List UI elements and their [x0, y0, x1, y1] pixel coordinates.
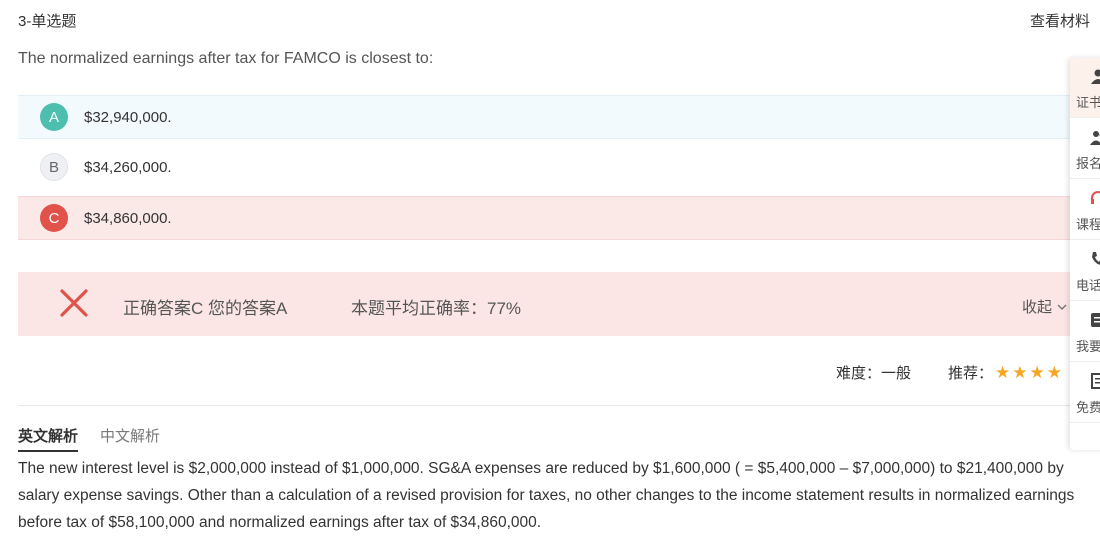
option-text-c: $34,860,000.	[84, 209, 172, 227]
sidebar-item-phone[interactable]: 电话	[1070, 241, 1100, 301]
accuracy-value: 77%	[487, 299, 522, 318]
collapse-button[interactable]: 收起	[1022, 296, 1068, 317]
sidebar-label: 电话	[1076, 278, 1100, 293]
option-letter-a: A	[40, 103, 68, 131]
sidebar-item-certificate[interactable]: 证书	[1070, 58, 1100, 118]
option-a[interactable]: A $32,940,000.	[18, 95, 1100, 139]
star-icon: ★	[1029, 362, 1045, 382]
option-b[interactable]: B $34,260,000.	[18, 145, 1100, 189]
star-icon: ★	[1046, 362, 1063, 382]
star-icon: ★	[1012, 362, 1028, 382]
option-c[interactable]: C $34,860,000.	[18, 196, 1100, 240]
sidebar-label: 证书	[1076, 95, 1100, 110]
view-material-link[interactable]: 查看材料	[1030, 10, 1090, 31]
sidebar-label: 课程	[1076, 217, 1100, 232]
section-divider	[18, 405, 1100, 406]
difficulty-label: 难度：一般	[836, 365, 912, 382]
tab-english-explanation[interactable]: 英文解析	[18, 425, 79, 452]
edit-icon	[1091, 313, 1100, 327]
sidebar-label: 报名	[1076, 156, 1100, 171]
option-text-b: $34,260,000.	[84, 158, 172, 176]
star-rating: ★ ★ ★ ★	[993, 364, 1062, 382]
average-accuracy: 本题平均正确率：77%	[351, 294, 521, 319]
accuracy-label: 本题平均正确率：	[351, 299, 487, 318]
answer-result-panel: 正确答案C 您的答案A 本题平均正确率：77% 收起	[18, 272, 1100, 336]
floating-sidebar: 证书 报名 课程 电话 我要 免费	[1070, 58, 1100, 450]
option-letter-c: C	[40, 204, 68, 232]
headset-icon	[1091, 191, 1100, 204]
option-letter-b: B	[40, 153, 68, 181]
question-type-title: 3-单选题	[18, 13, 77, 30]
answer-summary: 正确答案C 您的答案A	[123, 299, 288, 318]
option-text-a: $32,940,000.	[84, 108, 172, 126]
recommend-label: 推荐：	[948, 365, 994, 382]
sidebar-label: 我要	[1076, 339, 1100, 354]
explanation-text: The new interest level is $2,000,000 ins…	[18, 460, 1075, 531]
star-icon: ★	[995, 362, 1011, 382]
question-text: The normalized earnings after tax for FA…	[18, 50, 434, 67]
tab-chinese-explanation[interactable]: 中文解析	[100, 425, 160, 446]
book-icon	[1091, 373, 1100, 389]
recommend-rating: 推荐： ★ ★ ★ ★	[948, 362, 1062, 383]
sidebar-item-signup[interactable]: 报名	[1070, 119, 1100, 179]
user-icon	[1091, 69, 1100, 84]
sidebar-item-course[interactable]: 课程	[1070, 180, 1100, 240]
phone-icon	[1092, 252, 1100, 265]
sidebar-label: 免费	[1076, 400, 1100, 415]
sidebar-item-free[interactable]: 免费	[1070, 363, 1100, 423]
collapse-label: 收起	[1022, 299, 1053, 316]
chevron-down-icon	[1057, 303, 1067, 310]
wrong-x-icon	[60, 289, 88, 317]
sidebar-item-request[interactable]: 我要	[1070, 302, 1100, 362]
users-icon	[1090, 131, 1100, 145]
